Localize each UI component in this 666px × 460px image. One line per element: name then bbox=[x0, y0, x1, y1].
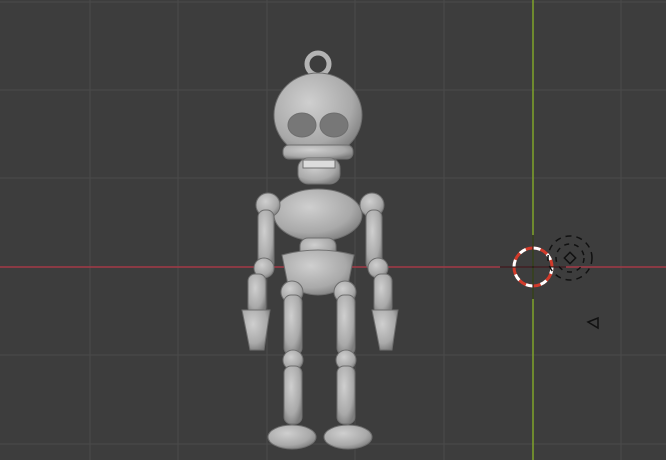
3d-viewport[interactable] bbox=[0, 0, 666, 460]
light-icon[interactable] bbox=[547, 235, 593, 281]
skeleton-model[interactable] bbox=[241, 50, 399, 450]
camera-icon[interactable] bbox=[586, 316, 599, 330]
3d-cursor[interactable] bbox=[500, 235, 566, 299]
viewport-canvas[interactable] bbox=[0, 0, 666, 460]
